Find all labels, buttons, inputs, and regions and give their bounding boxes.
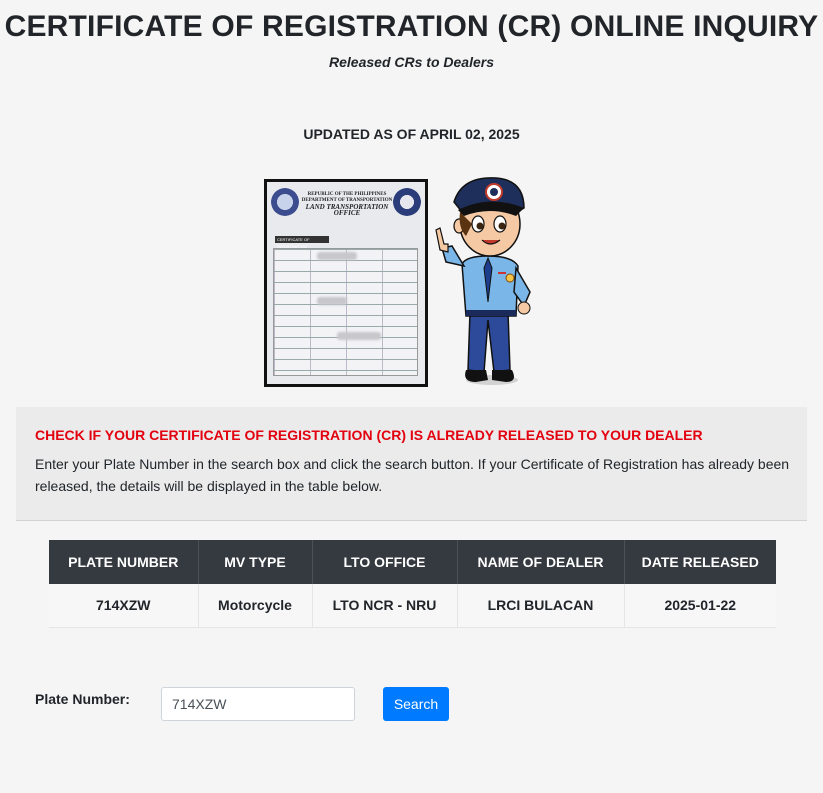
- certificate-header: REPUBLIC OF THE PHILIPPINES DEPARTMENT O…: [301, 192, 393, 217]
- instructions-text: Enter your Plate Number in the search bo…: [35, 456, 790, 494]
- lto-seal-icon: [393, 188, 421, 216]
- plate-number-label: Plate Number:: [35, 691, 130, 707]
- column-header-mv-type: MV TYPE: [198, 540, 313, 584]
- column-header-lto-office: LTO OFFICE: [312, 540, 458, 584]
- updated-date: UPDATED AS OF APRIL 02, 2025: [303, 126, 520, 142]
- instructions-heading: CHECK IF YOUR CERTIFICATE OF REGISTRATIO…: [35, 427, 703, 443]
- lto-officer-mascot-icon: [435, 177, 531, 385]
- plate-number-input[interactable]: [161, 687, 355, 721]
- hero-illustration: REPUBLIC OF THE PHILIPPINES DEPARTMENT O…: [264, 172, 544, 390]
- column-header-plate-number: PLATE NUMBER: [49, 540, 199, 584]
- cell-mv-type: Motorcycle: [198, 584, 313, 628]
- column-header-date-released: DATE RELEASED: [624, 540, 776, 584]
- cell-name-of-dealer: LRCI BULACAN: [457, 584, 625, 628]
- table-row: 714XZW Motorcycle LTO NCR - NRU LRCI BUL…: [49, 584, 776, 628]
- column-header-name-of-dealer: NAME OF DEALER: [457, 540, 625, 584]
- table-header-row: PLATE NUMBER MV TYPE LTO OFFICE NAME OF …: [49, 540, 776, 584]
- certificate-form-grid: [273, 248, 418, 376]
- cell-plate-number: 714XZW: [49, 584, 199, 628]
- cell-lto-office: LTO NCR - NRU: [312, 584, 458, 628]
- cell-date-released: 2025-01-22: [624, 584, 776, 628]
- page-subtitle: Released CRs to Dealers: [329, 54, 494, 70]
- certificate-image: REPUBLIC OF THE PHILIPPINES DEPARTMENT O…: [264, 179, 428, 387]
- page-title: CERTIFICATE OF REGISTRATION (CR) ONLINE …: [4, 10, 819, 43]
- results-table: PLATE NUMBER MV TYPE LTO OFFICE NAME OF …: [49, 540, 776, 628]
- dotr-seal-icon: [271, 188, 299, 216]
- instructions-panel: CHECK IF YOUR CERTIFICATE OF REGISTRATIO…: [16, 407, 807, 521]
- certificate-tag: CERTIFICATE OF REGISTRATION: [275, 236, 329, 249]
- search-button[interactable]: Search: [383, 687, 449, 721]
